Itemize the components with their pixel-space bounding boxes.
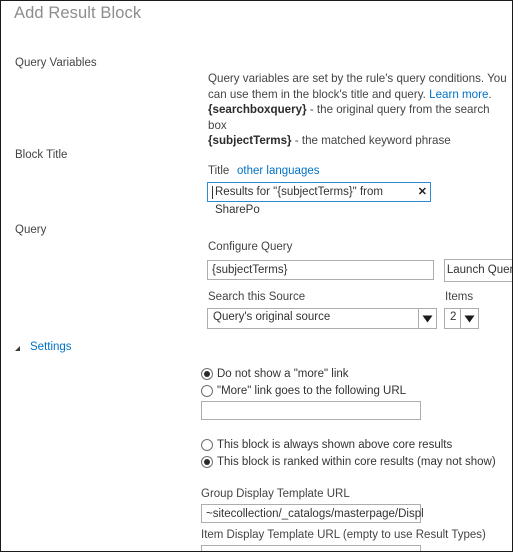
group-display-template-value: ~sitecollection/_catalogs/masterpage/Dis… — [206, 508, 424, 520]
chevron-down-icon[interactable] — [460, 309, 478, 328]
radio-label-always-above[interactable]: This block is always shown above core re… — [217, 439, 452, 451]
radio-always-above-core-results[interactable] — [201, 439, 213, 451]
variable-searchboxquery-name: {searchboxquery} — [208, 103, 307, 117]
search-source-select[interactable]: Query's original source — [207, 308, 437, 329]
query-variables-description-suffix: . — [488, 87, 492, 101]
section-label-query-variables: Query Variables — [15, 57, 97, 69]
radio-label-more-link-url[interactable]: "More" link goes to the following URL — [217, 385, 406, 397]
query-variables-description: Query variables are set by the rule's qu… — [208, 71, 508, 149]
group-display-template-label: Group Display Template URL — [201, 488, 350, 500]
chevron-down-icon[interactable] — [418, 309, 436, 328]
launch-query-button[interactable]: Launch Query — [444, 259, 512, 282]
search-source-label: Search this Source — [208, 291, 306, 303]
title-field-label: Title — [208, 165, 230, 177]
search-source-value: Query's original source — [213, 311, 331, 323]
radio-row-always-above[interactable]: This block is always shown above core re… — [201, 439, 452, 451]
items-value: 2 — [450, 311, 457, 323]
text-caret — [212, 186, 213, 199]
add-result-block-dialog: Add Result Block Query Variables Query v… — [0, 0, 513, 552]
more-link-url-input[interactable] — [201, 401, 421, 420]
configure-query-value: {subjectTerms} — [212, 264, 288, 276]
settings-toggle-link[interactable]: Settings — [30, 341, 72, 353]
item-display-template-label: Item Display Template URL (empty to use … — [201, 529, 486, 541]
configure-query-label: Configure Query — [208, 241, 293, 253]
learn-more-link[interactable]: Learn more — [429, 88, 488, 101]
section-label-query: Query — [15, 224, 47, 236]
radio-no-more-link[interactable] — [201, 368, 213, 380]
section-label-block-title: Block Title — [15, 149, 68, 161]
item-display-template-input[interactable] — [201, 545, 421, 551]
dialog-title: Add Result Block — [14, 4, 142, 22]
radio-row-more-link-url[interactable]: "More" link goes to the following URL — [201, 385, 406, 397]
triangle-collapse-icon[interactable] — [15, 346, 20, 351]
configure-query-input[interactable]: {subjectTerms} — [207, 260, 434, 280]
title-input[interactable]: Results for "{subjectTerms}" from ShareP… — [207, 182, 431, 216]
radio-ranked-within-core-results[interactable] — [201, 456, 213, 468]
variable-subjectterms-name: {subjectTerms} — [208, 134, 292, 148]
title-input-value: Results for "{subjectTerms}" from ShareP… — [215, 186, 383, 216]
radio-label-no-more-link[interactable]: Do not show a "more" link — [217, 368, 349, 380]
items-select[interactable]: 2 — [444, 308, 479, 329]
close-icon[interactable]: ✕ — [418, 187, 427, 198]
other-languages-link[interactable]: other languages — [237, 165, 319, 177]
group-display-template-input[interactable]: ~sitecollection/_catalogs/masterpage/Dis… — [201, 504, 424, 523]
items-label: Items — [445, 291, 474, 303]
radio-row-no-more-link[interactable]: Do not show a "more" link — [201, 368, 349, 380]
radio-more-link-url[interactable] — [201, 385, 213, 397]
variable-subjectterms-desc: - the matched keyword phrase — [291, 134, 451, 148]
radio-label-ranked-within[interactable]: This block is ranked within core results… — [217, 456, 496, 468]
radio-row-ranked-within[interactable]: This block is ranked within core results… — [201, 456, 496, 468]
